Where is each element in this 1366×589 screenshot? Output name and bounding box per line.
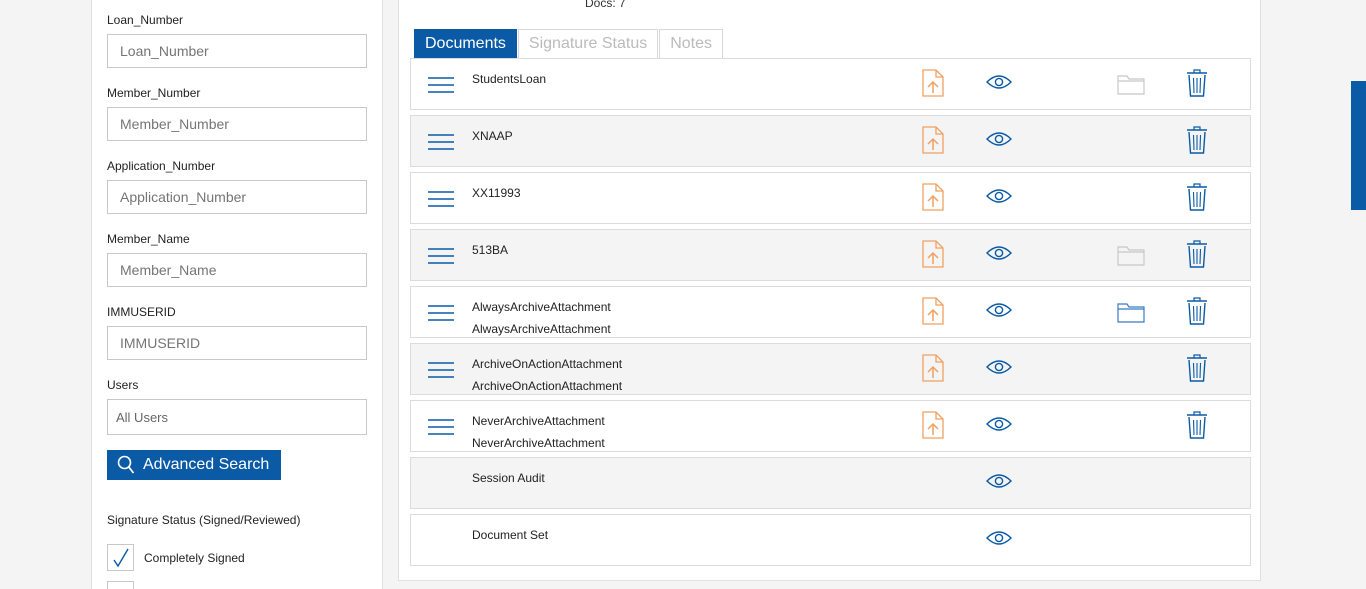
- document-name: 513BA: [472, 239, 508, 261]
- document-row: AlwaysArchiveAttachment AlwaysArchiveAtta…: [410, 286, 1251, 338]
- document-subtitle: AlwaysArchiveAttachment: [472, 322, 611, 336]
- document-name: XX11993: [472, 182, 521, 204]
- upload-file-icon[interactable]: [922, 183, 944, 216]
- document-subtitle: NeverArchiveAttachment: [472, 436, 605, 450]
- hamburger-icon[interactable]: [427, 246, 455, 266]
- eye-icon[interactable]: [986, 473, 1012, 494]
- document-title: NeverArchiveAttachment: [472, 414, 605, 428]
- member-name-input[interactable]: [107, 253, 367, 287]
- hamburger-icon[interactable]: [427, 303, 455, 323]
- hamburger-icon[interactable]: [427, 360, 455, 380]
- tab-signature-status[interactable]: Signature Status: [517, 29, 659, 59]
- document-row: XNAAP: [410, 115, 1251, 167]
- eye-icon[interactable]: [986, 245, 1012, 266]
- eye-icon[interactable]: [986, 302, 1012, 323]
- trash-icon[interactable]: [1186, 126, 1208, 159]
- checkmark-icon: [112, 548, 129, 567]
- hamburger-icon[interactable]: [427, 75, 455, 95]
- filter-panel: Loan_Number Member_Number Application_Nu…: [91, 0, 383, 589]
- loan-number-label: Loan_Number: [107, 13, 184, 27]
- eye-icon[interactable]: [986, 188, 1012, 209]
- trash-icon[interactable]: [1186, 69, 1208, 102]
- hamburger-icon[interactable]: [427, 132, 455, 152]
- document-row: 513BA: [410, 229, 1251, 281]
- documents-panel: Docs: 7 Documents Signature Status Notes…: [398, 0, 1261, 581]
- completely-signed-option[interactable]: Completely Signed: [107, 544, 245, 571]
- upload-file-icon[interactable]: [922, 126, 944, 159]
- document-title: 513BA: [472, 243, 509, 257]
- folder-icon[interactable]: [1117, 73, 1145, 100]
- users-select[interactable]: All Users: [107, 399, 367, 435]
- side-scroll-tab[interactable]: [1351, 81, 1366, 210]
- document-row: XX11993: [410, 172, 1251, 224]
- document-title: XNAAP: [472, 129, 513, 143]
- users-label: Users: [107, 378, 139, 392]
- document-name: NeverArchiveAttachment NeverArchiveAttach…: [472, 410, 605, 454]
- document-name: Session Audit: [472, 467, 545, 489]
- document-name: Document Set: [472, 524, 548, 546]
- trash-icon[interactable]: [1186, 354, 1208, 387]
- eye-icon[interactable]: [986, 131, 1012, 152]
- document-title: ArchiveOnActionAttachment: [472, 357, 623, 371]
- completely-signed-label: Completely Signed: [144, 550, 245, 565]
- upload-file-icon[interactable]: [922, 240, 944, 273]
- document-name: XNAAP: [472, 125, 513, 147]
- hamburger-icon[interactable]: [427, 189, 455, 209]
- document-title: XX11993: [472, 186, 521, 200]
- advanced-search-button[interactable]: Advanced Search: [107, 450, 281, 480]
- member-name-label: Member_Name: [107, 232, 190, 246]
- member-number-input[interactable]: [107, 107, 367, 141]
- document-row: NeverArchiveAttachment NeverArchiveAttach…: [410, 400, 1251, 452]
- member-number-label: Member_Number: [107, 86, 201, 100]
- immuserid-label: IMMUSERID: [107, 305, 176, 319]
- eye-icon[interactable]: [986, 530, 1012, 551]
- trash-icon[interactable]: [1186, 297, 1208, 330]
- eye-icon[interactable]: [986, 359, 1012, 380]
- tab-notes[interactable]: Notes: [659, 29, 724, 59]
- eye-icon[interactable]: [986, 74, 1012, 95]
- upload-file-icon[interactable]: [922, 411, 944, 444]
- signature-status-heading: Signature Status (Signed/Reviewed): [107, 513, 301, 527]
- tab-documents[interactable]: Documents: [414, 29, 517, 59]
- advanced-search-label: Advanced Search: [143, 456, 270, 473]
- document-row: Document Set: [410, 514, 1251, 566]
- completely-signed-checkbox[interactable]: [107, 544, 134, 571]
- folder-icon[interactable]: [1117, 301, 1145, 328]
- document-row: Session Audit: [410, 457, 1251, 509]
- upload-file-icon[interactable]: [922, 297, 944, 330]
- document-title: StudentsLoan: [472, 72, 547, 86]
- tab-bar: Documents Signature Status Notes: [414, 29, 724, 59]
- folder-icon[interactable]: [1117, 244, 1145, 271]
- document-row: ArchiveOnActionAttachment ArchiveOnAction…: [410, 343, 1251, 395]
- document-title: Document Set: [472, 528, 549, 542]
- hamburger-icon[interactable]: [427, 417, 455, 437]
- loan-number-input[interactable]: [107, 34, 367, 68]
- document-name: AlwaysArchiveAttachment AlwaysArchiveAtta…: [472, 296, 611, 340]
- document-row: StudentsLoan: [410, 58, 1251, 110]
- second-option[interactable]: [107, 581, 144, 589]
- trash-icon[interactable]: [1186, 183, 1208, 216]
- document-title: Session Audit: [472, 471, 545, 485]
- document-list: StudentsLoan XNAAP XX11993 513BA AlwaysArchi…: [410, 58, 1251, 571]
- trash-icon[interactable]: [1186, 411, 1208, 444]
- docs-count: Docs: 7: [585, 0, 626, 10]
- document-subtitle: ArchiveOnActionAttachment: [472, 379, 623, 393]
- users-select-value: All Users: [116, 409, 169, 425]
- document-title: AlwaysArchiveAttachment: [472, 300, 611, 314]
- application-number-input[interactable]: [107, 180, 367, 214]
- document-name: ArchiveOnActionAttachment ArchiveOnAction…: [472, 353, 622, 397]
- eye-icon[interactable]: [986, 416, 1012, 437]
- application-number-label: Application_Number: [107, 159, 216, 173]
- trash-icon[interactable]: [1186, 240, 1208, 273]
- upload-file-icon[interactable]: [922, 354, 944, 387]
- immuserid-input[interactable]: [107, 326, 367, 360]
- second-option-checkbox[interactable]: [107, 581, 134, 589]
- document-name: StudentsLoan: [472, 68, 546, 90]
- search-icon: [117, 455, 135, 474]
- upload-file-icon[interactable]: [922, 69, 944, 102]
